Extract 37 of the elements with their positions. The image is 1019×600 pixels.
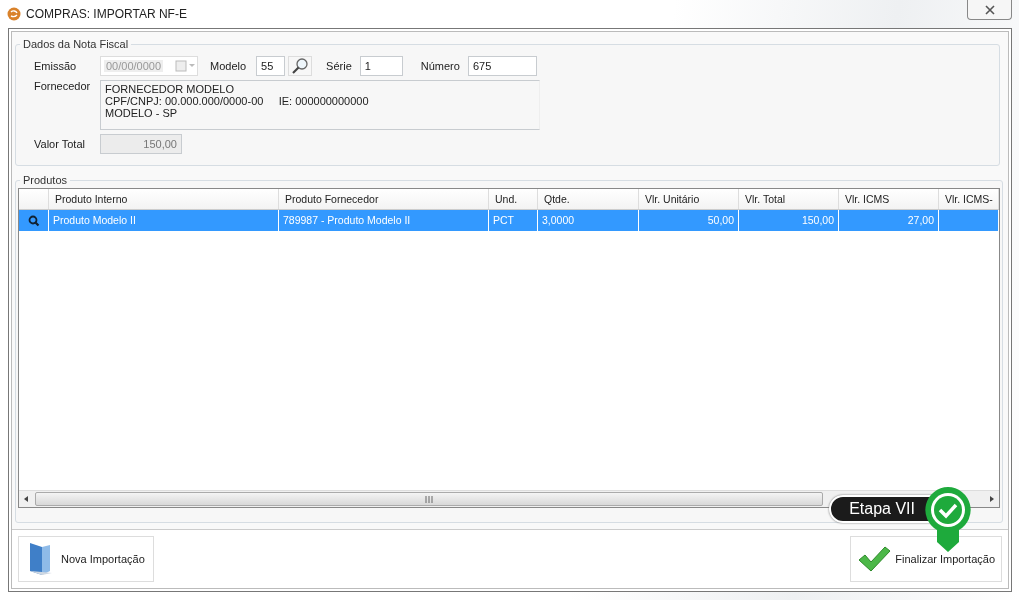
search-button[interactable]	[288, 56, 313, 76]
table-cell: 3,0000	[542, 214, 575, 226]
field-label: Modelo	[210, 60, 247, 72]
app-icon	[7, 7, 21, 21]
column-header[interactable]: Produto Fornecedor	[279, 189, 489, 209]
table-cell: 27,00	[907, 214, 934, 226]
table-cell: 789987 - Produto Modelo II	[283, 214, 411, 226]
series-field[interactable]: 1	[359, 56, 403, 76]
close-button[interactable]	[967, 0, 1012, 20]
grip-icon	[425, 495, 433, 503]
model-field[interactable]: 55	[256, 56, 286, 76]
close-icon	[983, 4, 996, 15]
table-cell: 150,00	[801, 214, 834, 226]
table-cell: PCT	[493, 214, 514, 226]
search-icon[interactable]	[27, 214, 40, 227]
field-label: Número	[420, 60, 460, 72]
column-header[interactable]: Und.	[489, 189, 538, 209]
field-label: Fornecedor	[34, 80, 92, 92]
checkmark-icon	[857, 545, 892, 573]
table-cell: 50,00	[707, 214, 734, 226]
number-field[interactable]: 675	[467, 56, 537, 76]
group-title: Dados da Nota Fiscal	[22, 38, 130, 50]
field-label: Série	[326, 60, 352, 72]
new-import-button[interactable]: Nova Importação	[18, 536, 154, 582]
column-header[interactable]: Vlr. Unitário	[639, 189, 739, 209]
column-header[interactable]: Vlr. ICMS-	[939, 189, 999, 209]
supplier-text-area[interactable]: FORNECEDOR MODELO CPF/CNPJ: 00.000.000/0000-00 IE: 000000000000 MODELO - SP	[100, 80, 540, 130]
field-label: Emissão	[34, 60, 78, 72]
column-header[interactable]: Produto Interno	[49, 189, 279, 209]
window-title: COMPRAS: IMPORTAR NF-E	[26, 7, 187, 21]
field-label: Valor Total	[34, 138, 86, 150]
table-cell: Produto Modelo II	[53, 214, 136, 226]
column-header[interactable]: Vlr. Total	[739, 189, 839, 209]
group-title: Produtos	[22, 174, 69, 186]
column-header[interactable]: Qtde.	[538, 189, 639, 209]
column-header[interactable]: Vlr. ICMS	[839, 189, 939, 209]
finish-import-button[interactable]: Finalizar Importação	[850, 536, 1002, 582]
